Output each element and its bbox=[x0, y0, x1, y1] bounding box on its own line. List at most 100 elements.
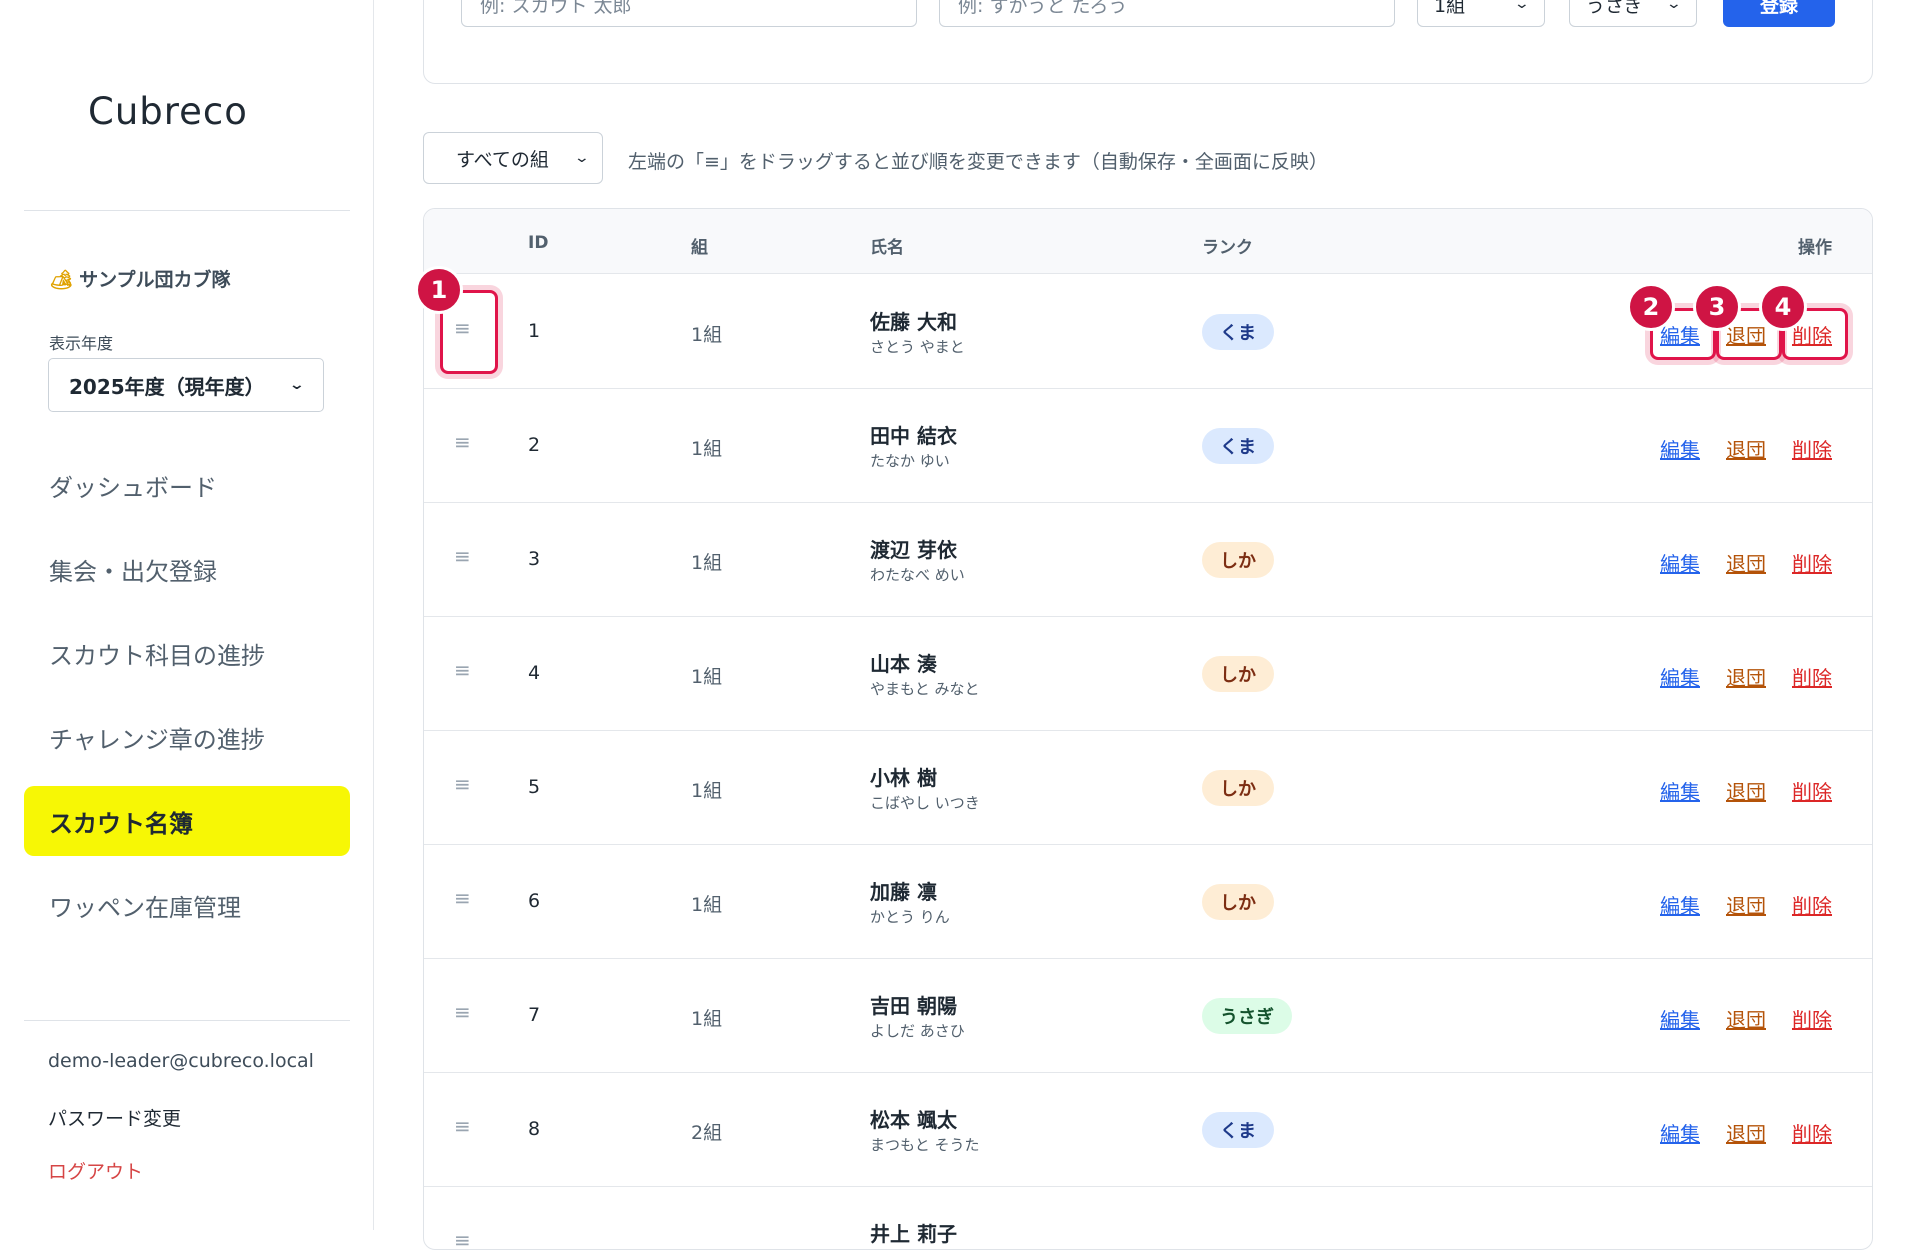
withdraw-link[interactable]: 退団 bbox=[1726, 662, 1766, 691]
withdraw-link[interactable]: 退団 bbox=[1726, 776, 1766, 805]
row-group: 1組 bbox=[691, 894, 723, 916]
annotation-badge-2: 2 bbox=[1627, 283, 1675, 331]
row-kana: かとう りん bbox=[870, 908, 950, 926]
table-row: ≡ 5 1組 小林 樹こばやし いつき しか 編集 退団 削除 bbox=[424, 730, 1872, 845]
user-email: demo-leader@cubreco.local bbox=[48, 1050, 314, 1072]
row-group: 1組 bbox=[691, 324, 723, 346]
row-id: 1 bbox=[528, 320, 541, 342]
table-row: ≡ 3 1組 渡辺 芽依 わたなべ めい しか 編集 退団 削除 bbox=[424, 502, 1872, 617]
org-name: 🏕 サンプル団カブ隊 bbox=[49, 265, 231, 292]
group-filter-value: すべての組 bbox=[456, 148, 549, 171]
row-kana: まつもと そうた bbox=[870, 1136, 980, 1154]
rank-badge: しか bbox=[1202, 884, 1274, 920]
col-id: ID bbox=[528, 233, 549, 253]
row-kana: わたなべ めい bbox=[870, 566, 965, 584]
delete-link[interactable]: 削除 bbox=[1792, 548, 1832, 577]
sidebar-divider bbox=[24, 210, 350, 211]
app-logo[interactable]: Cubreco bbox=[88, 90, 248, 133]
drag-handle-icon[interactable]: ≡ bbox=[454, 1114, 471, 1138]
name-input[interactable]: 例: スカウト 太郎 bbox=[461, 0, 917, 27]
table-row: ≡ 4 1組 山本 湊やまもと みなと しか 編集 退団 削除 bbox=[424, 616, 1872, 731]
rank-badge: くま bbox=[1202, 1112, 1274, 1148]
delete-link[interactable]: 削除 bbox=[1792, 890, 1832, 919]
drag-handle-icon[interactable]: ≡ bbox=[454, 658, 471, 682]
withdraw-link[interactable]: 退団 bbox=[1726, 548, 1766, 577]
nav-item-scout-roster[interactable]: スカウト名簿 bbox=[24, 786, 350, 856]
group-filter-select[interactable]: すべての組 ⌄ bbox=[423, 132, 603, 184]
row-kana: よしだ あさひ bbox=[870, 1022, 965, 1040]
row-name: 山本 湊 bbox=[870, 652, 937, 676]
row-name: 渡辺 芽依 bbox=[870, 538, 957, 562]
row-name: 吉田 朝陽 bbox=[870, 994, 957, 1018]
rank-select[interactable]: うさぎ ⌄ bbox=[1569, 0, 1697, 27]
row-name: 佐藤 大和 bbox=[870, 310, 957, 334]
nav-item-meeting-attendance[interactable]: 集会・出欠登録 bbox=[24, 534, 350, 604]
delete-link[interactable]: 削除 bbox=[1792, 1118, 1832, 1147]
row-kana: やまもと みなと bbox=[870, 680, 980, 698]
row-group: 1組 bbox=[691, 780, 723, 802]
roster-table: ID 組 氏名 ランク 操作 ≡ 1 1組 佐藤 大和 さとう やまと くま 編集 退団 削除 ≡… bbox=[423, 208, 1873, 1250]
nav-item-patch-inventory[interactable]: ワッペン在庫管理 bbox=[24, 870, 350, 940]
nav-item-dashboard[interactable]: ダッシュボード bbox=[24, 450, 350, 520]
nav-item-scout-subjects[interactable]: スカウト科目の進捗 bbox=[24, 618, 350, 688]
row-kana: たなか ゆい bbox=[870, 452, 950, 470]
row-group: 2組 bbox=[691, 1122, 723, 1144]
group-select-value: 1組 bbox=[1434, 0, 1466, 17]
chevron-down-icon: ⌄ bbox=[288, 377, 306, 393]
delete-link[interactable]: 削除 bbox=[1792, 1004, 1832, 1033]
edit-link[interactable]: 編集 bbox=[1660, 1004, 1700, 1033]
logout-link[interactable]: ログアウト bbox=[48, 1157, 143, 1184]
edit-link[interactable]: 編集 bbox=[1660, 548, 1700, 577]
rank-badge: うさぎ bbox=[1202, 998, 1292, 1034]
edit-link[interactable]: 編集 bbox=[1660, 1118, 1700, 1147]
row-name: 松本 颯太 bbox=[870, 1108, 957, 1132]
table-row: ≡ 8 2組 松本 颯太 まつもと そうた くま 編集 退団 削除 bbox=[424, 1072, 1872, 1187]
table-row: ≡ 井上 莉子 bbox=[424, 1186, 1872, 1249]
year-select-value: 2025年度（現年度） bbox=[69, 374, 265, 399]
row-id: 6 bbox=[528, 890, 541, 912]
col-name: 氏名 bbox=[870, 238, 904, 258]
drag-handle-icon[interactable]: ≡ bbox=[454, 430, 471, 454]
register-button[interactable]: 登録 bbox=[1723, 0, 1835, 27]
chevron-down-icon: ⌄ bbox=[1513, 0, 1531, 12]
row-kana: さとう やまと bbox=[870, 338, 965, 356]
delete-link[interactable]: 削除 bbox=[1792, 662, 1832, 691]
row-group: 1組 bbox=[691, 1008, 723, 1030]
table-header: ID 組 氏名 ランク 操作 bbox=[424, 209, 1872, 274]
row-name: 加藤 凛 bbox=[870, 880, 937, 904]
delete-link[interactable]: 削除 bbox=[1792, 434, 1832, 463]
withdraw-link[interactable]: 退団 bbox=[1726, 434, 1766, 463]
kana-input[interactable]: 例: すかうと たろう bbox=[939, 0, 1395, 27]
row-group: 1組 bbox=[691, 438, 723, 460]
annotation-badge-3: 3 bbox=[1693, 283, 1741, 331]
year-select[interactable]: 2025年度（現年度） ⌄ bbox=[48, 358, 324, 412]
drag-handle-icon[interactable]: ≡ bbox=[454, 1000, 471, 1024]
row-id: 2 bbox=[528, 434, 541, 456]
col-group: 組 bbox=[691, 238, 708, 258]
nav-item-challenge-badges[interactable]: チャレンジ章の進捗 bbox=[24, 702, 350, 772]
row-name: 田中 結衣 bbox=[870, 424, 957, 448]
withdraw-link[interactable]: 退団 bbox=[1726, 890, 1766, 919]
change-password-link[interactable]: パスワード変更 bbox=[48, 1104, 181, 1131]
col-rank: ランク bbox=[1202, 238, 1253, 258]
group-select[interactable]: 1組 ⌄ bbox=[1417, 0, 1545, 27]
year-label: 表示年度 bbox=[49, 334, 114, 353]
drag-handle-icon[interactable]: ≡ bbox=[454, 1228, 471, 1249]
row-id: 3 bbox=[528, 548, 541, 570]
chevron-down-icon: ⌄ bbox=[573, 150, 591, 166]
delete-link[interactable]: 削除 bbox=[1792, 776, 1832, 805]
withdraw-link[interactable]: 退団 bbox=[1726, 1004, 1766, 1033]
table-row: ≡ 7 1組 吉田 朝陽 よしだ あさひ うさぎ 編集 退団 削除 bbox=[424, 958, 1872, 1073]
row-id: 5 bbox=[528, 776, 541, 798]
table-row: ≡ 2 1組 田中 結衣 たなか ゆい くま 編集 退団 削除 bbox=[424, 388, 1872, 503]
edit-link[interactable]: 編集 bbox=[1660, 890, 1700, 919]
drag-handle-icon[interactable]: ≡ bbox=[454, 886, 471, 910]
row-group: 1組 bbox=[691, 552, 723, 574]
edit-link[interactable]: 編集 bbox=[1660, 662, 1700, 691]
col-actions: 操作 bbox=[1798, 238, 1832, 258]
withdraw-link[interactable]: 退団 bbox=[1726, 1118, 1766, 1147]
drag-handle-icon[interactable]: ≡ bbox=[454, 544, 471, 568]
edit-link[interactable]: 編集 bbox=[1660, 776, 1700, 805]
drag-handle-icon[interactable]: ≡ bbox=[454, 772, 471, 796]
edit-link[interactable]: 編集 bbox=[1660, 434, 1700, 463]
